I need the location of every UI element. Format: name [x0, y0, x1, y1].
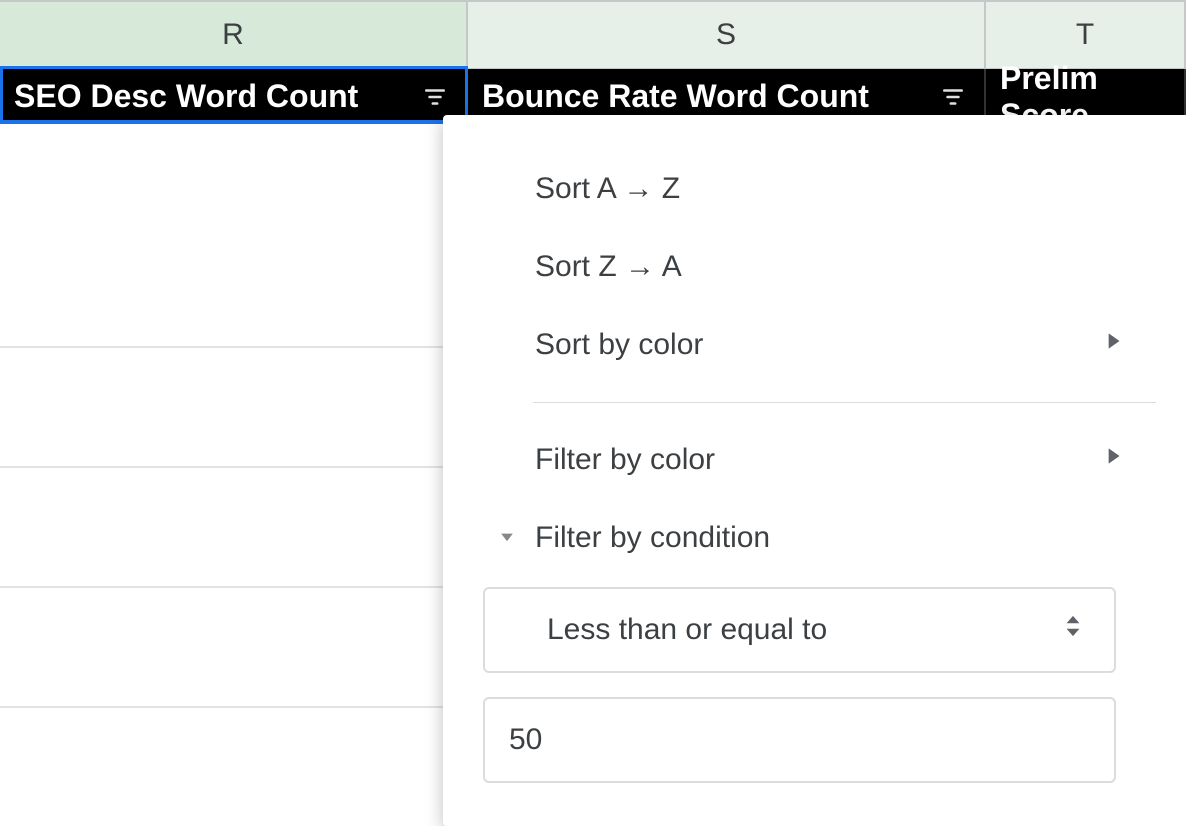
sort-by-color[interactable]: Sort by color: [443, 306, 1186, 384]
column-letter-T[interactable]: T: [986, 2, 1186, 68]
header-cell-R[interactable]: SEO Desc Word Count: [0, 69, 468, 124]
condition-select-value: Less than or equal to: [547, 613, 827, 647]
triangle-down-icon: [497, 521, 517, 555]
sort-az-label: Sort A → Z: [535, 172, 680, 206]
sort-za-label: Sort Z → A: [535, 250, 682, 284]
filter-icon[interactable]: [940, 84, 966, 110]
filter-by-color-label: Filter by color: [535, 443, 715, 477]
table-row[interactable]: [0, 588, 468, 708]
column-letter-R[interactable]: R: [0, 2, 468, 68]
filter-icon[interactable]: [422, 84, 448, 110]
filter-condition-controls: Less than or equal to: [443, 577, 1186, 783]
sort-by-color-label: Sort by color: [535, 328, 703, 362]
chevron-right-icon: [1100, 328, 1126, 362]
condition-value-input[interactable]: [483, 697, 1116, 783]
select-stepper-icon: [1062, 610, 1084, 650]
chevron-right-icon: [1100, 443, 1126, 477]
header-text-R: SEO Desc Word Count: [14, 78, 358, 115]
header-text-S: Bounce Rate Word Count: [482, 78, 869, 115]
menu-separator: [533, 402, 1156, 403]
table-row[interactable]: [0, 348, 468, 468]
filter-by-color[interactable]: Filter by color: [443, 421, 1186, 499]
column-letter-S[interactable]: S: [468, 2, 986, 68]
condition-select[interactable]: Less than or equal to: [483, 587, 1116, 673]
filter-by-condition-label: Filter by condition: [535, 521, 770, 555]
filter-by-condition-toggle[interactable]: Filter by condition: [443, 499, 1186, 577]
table-row[interactable]: [0, 124, 468, 348]
sort-za[interactable]: Sort Z → A: [443, 228, 1186, 306]
table-row[interactable]: [0, 468, 468, 588]
filter-menu: Sort A → Z Sort Z → A Sort by color Filt…: [443, 115, 1186, 826]
grid-rows: [0, 124, 468, 708]
sort-az[interactable]: Sort A → Z: [443, 150, 1186, 228]
